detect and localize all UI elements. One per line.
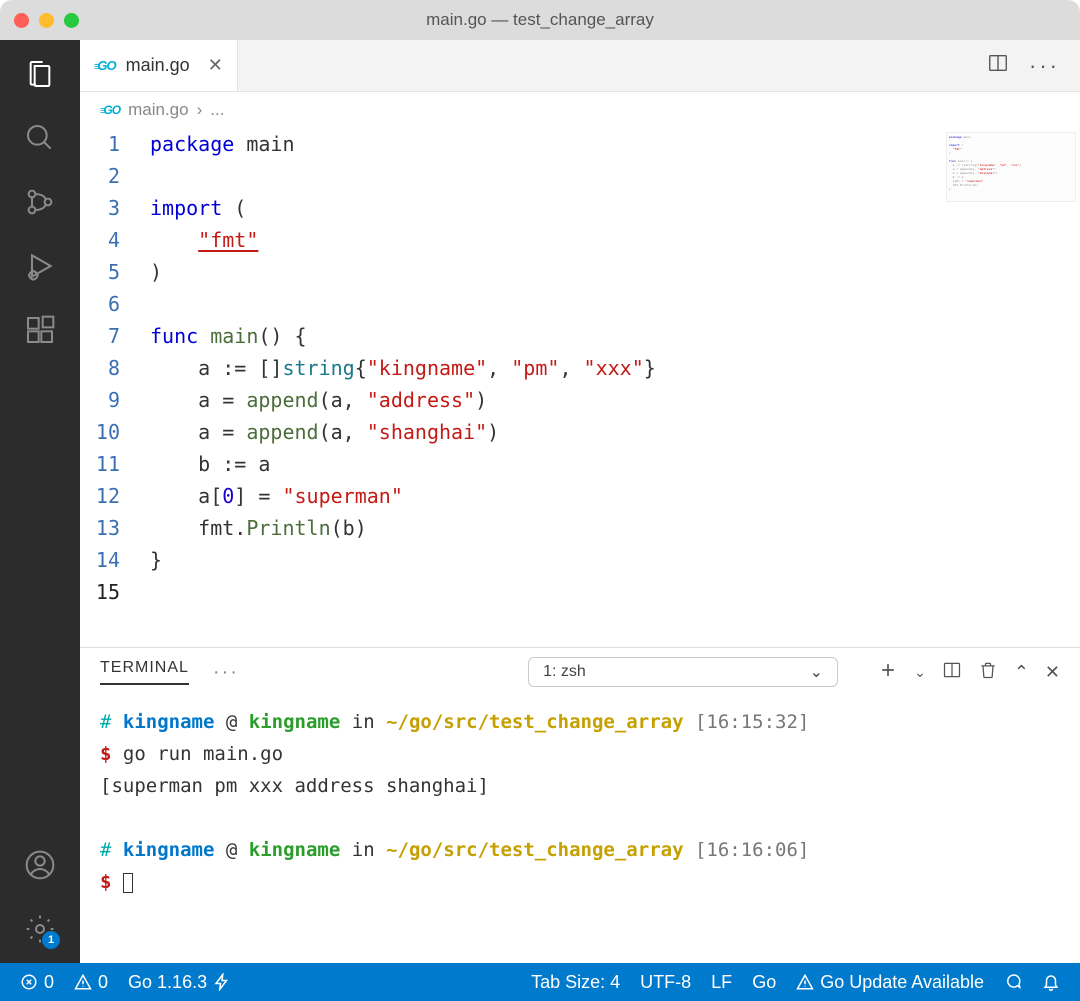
line-number: 15 xyxy=(80,576,120,608)
code-line[interactable]: a[0] = "superman" xyxy=(150,480,1080,512)
panel-more-icon[interactable]: ··· xyxy=(213,661,239,684)
settings-gear-icon[interactable]: 1 xyxy=(22,911,58,947)
terminal-line: [superman pm xxx address shanghai] xyxy=(100,770,1060,802)
status-encoding[interactable]: UTF-8 xyxy=(632,963,699,1001)
source-control-icon[interactable] xyxy=(22,184,58,220)
terminal-content[interactable]: # kingname @ kingname in ~/go/src/test_c… xyxy=(80,696,1080,963)
settings-badge: 1 xyxy=(42,931,60,949)
code-line[interactable]: a = append(a, "address") xyxy=(150,384,1080,416)
extensions-icon[interactable] xyxy=(22,312,58,348)
code-line[interactable]: fmt.Println(b) xyxy=(150,512,1080,544)
status-language[interactable]: Go xyxy=(744,963,784,1001)
line-number: 8 xyxy=(80,352,120,384)
status-warnings[interactable]: 0 xyxy=(66,963,116,1001)
split-editor-icon[interactable] xyxy=(987,52,1009,79)
accounts-icon[interactable] xyxy=(22,847,58,883)
chevron-down-icon: ⌄ xyxy=(810,662,823,682)
traffic-lights xyxy=(14,13,79,28)
code-line[interactable]: b := a xyxy=(150,448,1080,480)
line-number: 11 xyxy=(80,448,120,480)
split-terminal-icon[interactable] xyxy=(942,660,962,685)
terminal-line xyxy=(100,802,1060,834)
code-content[interactable]: package main import ( "fmt") func main() {… xyxy=(150,128,1080,647)
terminal-shell-selector[interactable]: 1: zsh ⌄ xyxy=(528,657,838,687)
status-eol[interactable]: LF xyxy=(703,963,740,1001)
line-number: 9 xyxy=(80,384,120,416)
line-number: 6 xyxy=(80,288,120,320)
code-editor[interactable]: 123456789101112131415 package mainimport… xyxy=(80,128,1080,647)
activity-bar: 1 xyxy=(0,40,80,963)
kill-terminal-icon[interactable] xyxy=(978,660,998,685)
status-bell-icon[interactable] xyxy=(1034,963,1068,1001)
shell-selector-label: 1: zsh xyxy=(543,663,586,681)
terminal-line: $ go run main.go xyxy=(100,738,1060,770)
code-line[interactable] xyxy=(150,576,1080,608)
status-go-update[interactable]: Go Update Available xyxy=(788,963,992,1001)
line-number: 2 xyxy=(80,160,120,192)
line-number: 12 xyxy=(80,480,120,512)
line-number: 4 xyxy=(80,224,120,256)
status-bar: 0 0 Go 1.16.3 Tab Size: 4 UTF-8 LF Go Go… xyxy=(0,963,1080,1001)
breadcrumb[interactable]: GO main.go › ... xyxy=(80,92,1080,128)
code-line[interactable]: func main() { xyxy=(150,320,1080,352)
close-tab-icon[interactable]: ✕ xyxy=(208,55,223,76)
terminal-line: # kingname @ kingname in ~/go/src/test_c… xyxy=(100,834,1060,866)
code-line[interactable] xyxy=(150,288,1080,320)
code-line[interactable]: } xyxy=(150,544,1080,576)
code-line[interactable] xyxy=(150,160,1080,192)
terminal-tab[interactable]: TERMINAL xyxy=(100,659,189,685)
code-line[interactable]: import ( xyxy=(150,192,1080,224)
titlebar: main.go — test_change_array xyxy=(0,0,1080,40)
status-feedback-icon[interactable] xyxy=(996,963,1030,1001)
line-number: 5 xyxy=(80,256,120,288)
line-number: 1 xyxy=(80,128,120,160)
editor-tab-main-go[interactable]: GO main.go ✕ xyxy=(80,40,238,91)
terminal-dropdown-icon[interactable]: ⌄ xyxy=(914,664,926,681)
code-line[interactable]: a := []string{"kingname", "pm", "xxx"} xyxy=(150,352,1080,384)
code-line[interactable]: "fmt" xyxy=(150,224,1080,256)
code-line[interactable]: a = append(a, "shanghai") xyxy=(150,416,1080,448)
terminal-line: # kingname @ kingname in ~/go/src/test_c… xyxy=(100,706,1060,738)
close-window-button[interactable] xyxy=(14,13,29,28)
tab-filename: main.go xyxy=(126,55,190,76)
line-number: 3 xyxy=(80,192,120,224)
line-number: 7 xyxy=(80,320,120,352)
maximize-panel-icon[interactable]: ⌃ xyxy=(1014,662,1029,683)
new-terminal-icon[interactable] xyxy=(878,660,898,685)
run-debug-icon[interactable] xyxy=(22,248,58,284)
line-number: 13 xyxy=(80,512,120,544)
tab-bar: GO main.go ✕ ··· xyxy=(80,40,1080,92)
search-icon[interactable] xyxy=(22,120,58,156)
maximize-window-button[interactable] xyxy=(64,13,79,28)
terminal-line: $ xyxy=(100,866,1060,898)
minimize-window-button[interactable] xyxy=(39,13,54,28)
code-line[interactable]: package main xyxy=(150,128,1080,160)
breadcrumb-filename: main.go xyxy=(128,100,188,120)
line-number-gutter: 123456789101112131415 xyxy=(80,128,150,647)
status-errors[interactable]: 0 xyxy=(12,963,62,1001)
status-go-version[interactable]: Go 1.16.3 xyxy=(120,963,239,1001)
explorer-icon[interactable] xyxy=(22,56,58,92)
terminal-panel: TERMINAL ··· 1: zsh ⌄ ⌄ ⌃ ✕ # kingname @… xyxy=(80,647,1080,963)
window-title: main.go — test_change_array xyxy=(0,10,1080,30)
line-number: 14 xyxy=(80,544,120,576)
minimap[interactable]: package mainimport ( "fmt")func main() {… xyxy=(946,132,1076,202)
breadcrumb-separator: › xyxy=(197,100,203,120)
panel-header: TERMINAL ··· 1: zsh ⌄ ⌄ ⌃ ✕ xyxy=(80,648,1080,696)
status-tab-size[interactable]: Tab Size: 4 xyxy=(523,963,628,1001)
go-file-icon: GO xyxy=(94,58,116,73)
code-line[interactable]: ) xyxy=(150,256,1080,288)
close-panel-icon[interactable]: ✕ xyxy=(1045,662,1060,683)
more-actions-icon[interactable]: ··· xyxy=(1029,53,1060,79)
go-file-icon: GO xyxy=(100,103,120,117)
line-number: 10 xyxy=(80,416,120,448)
breadcrumb-more: ... xyxy=(210,100,224,120)
